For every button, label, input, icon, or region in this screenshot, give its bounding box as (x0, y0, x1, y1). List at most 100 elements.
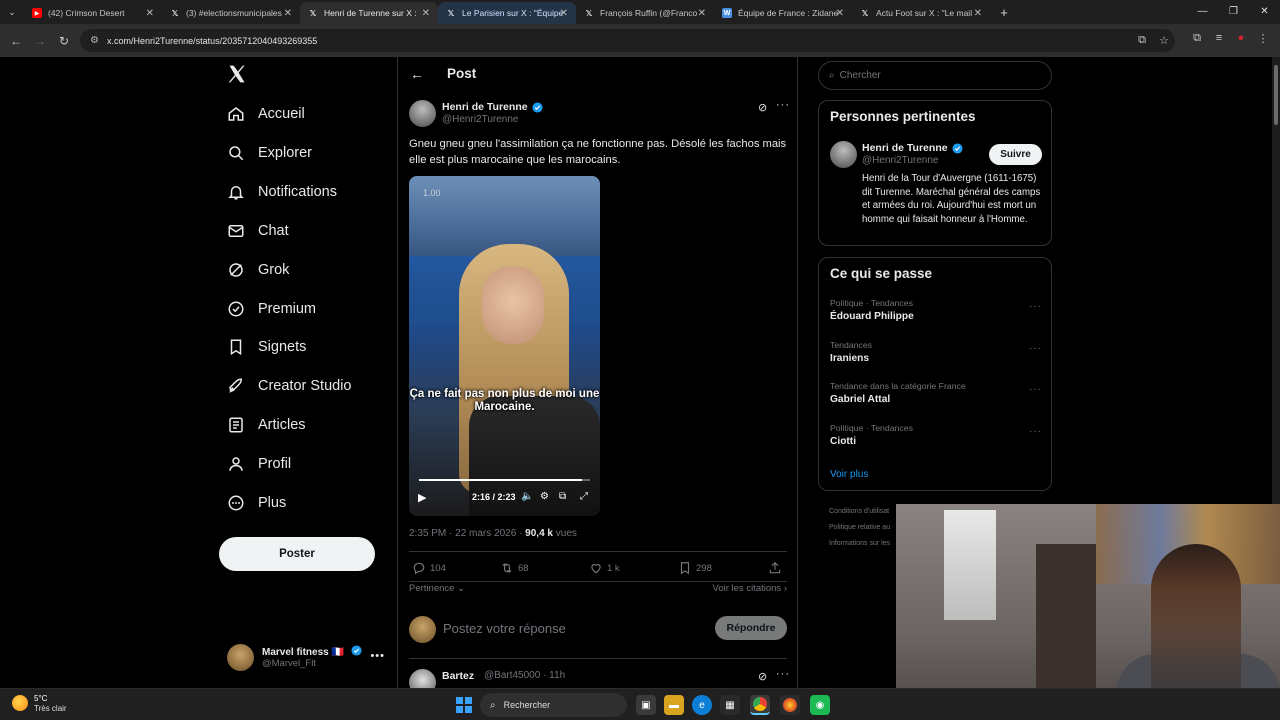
reply-submit-button[interactable]: Répondre (715, 616, 787, 640)
tab-close-icon[interactable]: ✕ (836, 8, 844, 19)
more-dots-icon[interactable]: ··· (776, 99, 790, 111)
browser-tab[interactable]: 𝕏 Le Parisien sur X : "Équipe ✕ (438, 2, 576, 24)
nav-item-explorer[interactable]: Explorer (227, 138, 312, 168)
volume-icon[interactable]: 🔈 (521, 491, 533, 502)
browser-tab[interactable]: 𝕏 (3) #electionsmunicipales ✕ (162, 2, 300, 24)
forward-arrow-icon[interactable]: → (28, 34, 52, 48)
windows-start-icon[interactable] (456, 697, 472, 713)
tab-list-chevron-icon[interactable]: ⌄ (0, 7, 24, 18)
reload-icon[interactable]: ↻ (52, 34, 76, 48)
new-tab-button[interactable]: + (994, 5, 1014, 20)
browser-tab[interactable]: ▶ (42) Crimson Desert ✕ (24, 2, 162, 24)
app-icon[interactable]: ◉ (810, 695, 830, 715)
browser-menu-icon[interactable]: ⋮ (1252, 32, 1274, 45)
nav-item-signets[interactable]: Signets (227, 332, 306, 362)
tab-close-icon[interactable]: ✕ (698, 8, 706, 19)
post-timestamp[interactable]: 2:35 PM · 22 mars 2026 · (409, 528, 525, 539)
taskbar-search[interactable]: ⌕ Rechercher (480, 693, 627, 717)
tab-close-icon[interactable]: ✕ (560, 8, 568, 19)
reply-author-handle[interactable]: @Bart45000 · 11h (484, 670, 565, 681)
tab-close-icon[interactable]: ✕ (284, 8, 292, 19)
store-icon[interactable]: ▦ (720, 695, 740, 715)
fullscreen-icon[interactable]: ⤢ (580, 491, 588, 502)
see-more-link[interactable]: Voir plus (830, 469, 868, 480)
browser-tab[interactable]: 𝕏 Actu Foot sur X : "Le mail ✕ (852, 2, 990, 24)
avatar[interactable] (409, 669, 436, 688)
reply-author-name[interactable]: Bartez (442, 670, 474, 682)
edge-icon[interactable]: e (692, 695, 712, 715)
footer-link[interactable]: Conditions d'utilisat (829, 504, 890, 520)
media-controls-icon[interactable]: ≡ (1208, 32, 1230, 45)
play-icon[interactable]: ▶ (418, 491, 426, 504)
more-dots-icon[interactable]: ··· (1029, 426, 1042, 437)
person-name[interactable]: Henri de Turenne (862, 142, 963, 154)
install-app-icon[interactable]: ⧉ (1131, 34, 1153, 47)
sort-dropdown[interactable]: Pertinence ⌄ (409, 583, 465, 594)
chrome-icon[interactable] (750, 695, 770, 715)
minimize-icon[interactable]: — (1187, 0, 1218, 24)
nav-item-premium[interactable]: Premium (227, 294, 316, 324)
nav-item-articles[interactable]: Articles (227, 410, 306, 440)
search-input[interactable]: ⌕ Chercher (818, 61, 1052, 90)
extensions-icon[interactable]: ⧉ (1186, 32, 1208, 45)
video-player[interactable]: 1.00 Ça ne fait pas non plus de moi une … (409, 176, 600, 516)
trend-item[interactable]: Tendances Iraniens ··· (830, 340, 1042, 364)
reply-button[interactable]: 104 (412, 561, 446, 575)
more-dots-icon[interactable]: ··· (1029, 384, 1042, 395)
maximize-icon[interactable]: ❐ (1218, 0, 1249, 24)
back-arrow-icon[interactable]: ← (4, 34, 28, 48)
follow-button[interactable]: Suivre (989, 144, 1042, 165)
video-progress-bar[interactable] (419, 479, 590, 481)
trend-item[interactable]: Politique · Tendances Ciotti ··· (830, 423, 1042, 447)
nav-item-accueil[interactable]: Accueil (227, 99, 305, 129)
person-handle[interactable]: @Henri2Turenne (862, 155, 938, 166)
trend-item[interactable]: Tendance dans la catégorie France Gabriel… (830, 381, 1042, 405)
nav-item-creator-studio[interactable]: Creator Studio (227, 371, 352, 401)
grok-icon[interactable]: ⊘ (758, 670, 767, 683)
author-name[interactable]: Henri de Turenne (442, 101, 543, 113)
account-switcher[interactable]: Marvel fitness 🇫🇷 @Marvel_Flt ••• (227, 642, 387, 672)
settings-gear-icon[interactable]: ⚙ (540, 491, 549, 502)
x-logo-icon[interactable] (227, 64, 249, 86)
browser-tab[interactable]: 𝕏 François Ruffin (@Franco ✕ (576, 2, 714, 24)
avatar[interactable] (830, 141, 857, 168)
more-dots-icon[interactable]: ··· (776, 668, 790, 680)
nav-item-plus[interactable]: Plus (227, 488, 286, 518)
grok-icon[interactable]: ⊘ (758, 101, 767, 114)
author-avatar[interactable] (409, 100, 436, 127)
back-arrow-icon[interactable]: ← (410, 66, 424, 82)
site-info-icon[interactable]: ⚙ (90, 35, 99, 46)
nav-item-profil[interactable]: Profil (227, 449, 291, 479)
scrollbar-thumb[interactable] (1274, 65, 1278, 125)
tab-close-icon[interactable]: ✕ (422, 8, 430, 19)
playback-speed[interactable]: 1.00 (423, 188, 441, 198)
browser-tab[interactable]: 𝕏 Henri de Turenne sur X : ✕ (300, 2, 438, 24)
tab-close-icon[interactable]: ✕ (146, 8, 154, 19)
more-dots-icon[interactable]: ••• (370, 650, 385, 662)
weather-widget[interactable]: 5°C Très clair (12, 693, 82, 717)
browser-tab[interactable]: W Équipe de France : Zidane ✕ (714, 2, 852, 24)
profile-icon[interactable]: ● (1230, 32, 1252, 45)
address-bar[interactable]: ⚙ x.com/Henri2Turenne/status/20357120404… (80, 29, 1175, 52)
file-explorer-icon[interactable]: ▬ (664, 695, 684, 715)
reply-input[interactable]: Postez votre réponse (443, 621, 566, 636)
repost-button[interactable]: 68 (500, 561, 529, 575)
nav-item-grok[interactable]: Grok (227, 255, 289, 285)
more-dots-icon[interactable]: ··· (1029, 301, 1042, 312)
footer-link[interactable]: Informations sur les (829, 536, 890, 552)
task-view-icon[interactable]: ▣ (636, 695, 656, 715)
more-dots-icon[interactable]: ··· (1029, 343, 1042, 354)
like-button[interactable]: 1 k (589, 561, 620, 575)
bookmark-button[interactable]: 298 (678, 561, 712, 575)
firefox-icon[interactable] (780, 695, 800, 715)
author-handle[interactable]: @Henri2Turenne (442, 114, 518, 125)
post-button[interactable]: Poster (219, 537, 375, 571)
trend-item[interactable]: Politique · Tendances Édouard Philippe ··· (830, 298, 1042, 322)
picture-in-picture-icon[interactable]: ⧉ (559, 491, 566, 502)
bookmark-star-icon[interactable]: ☆ (1153, 34, 1175, 47)
footer-link[interactable]: Politique relative au (829, 520, 890, 536)
share-button[interactable] (768, 561, 786, 575)
close-window-icon[interactable]: ✕ (1249, 0, 1280, 24)
view-quotes-link[interactable]: Voir les citations › (713, 583, 787, 594)
nav-item-chat[interactable]: Chat (227, 216, 289, 246)
